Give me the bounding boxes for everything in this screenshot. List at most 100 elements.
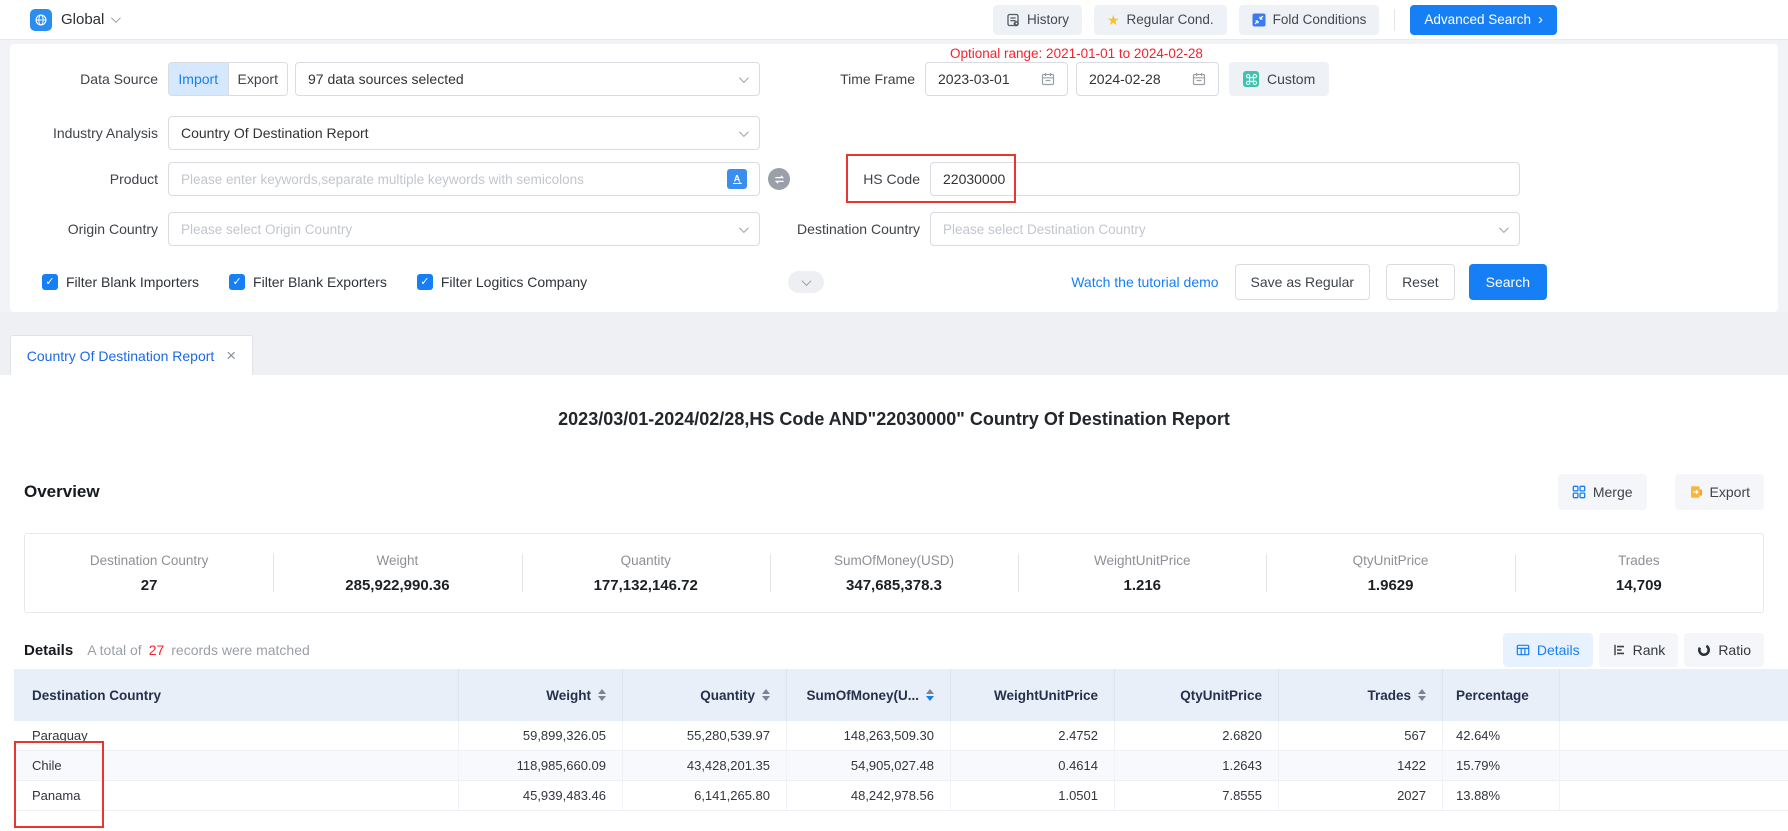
cell-weight: 118,985,660.09 [459,751,623,780]
history-button[interactable]: History [993,5,1082,35]
custom-range-button[interactable]: Custom [1229,62,1329,96]
close-icon[interactable]: × [226,347,236,364]
table-row-paraguay[interactable]: Paraguay59,899,326.0555,280,539.97148,26… [14,721,1788,751]
expand-conditions-toggle[interactable] [788,271,824,293]
industry-row: Industry Analysis Country Of Destination… [10,116,1778,150]
product-input-wrap: A [168,162,760,196]
stat-value: 1.9629 [1368,577,1414,594]
view-details-button[interactable]: Details [1503,633,1593,667]
tab-country-of-destination-report[interactable]: Country Of Destination Report × [10,335,253,375]
stat-value: 285,922,990.36 [345,577,449,594]
stat-value: 27 [141,577,158,594]
column-header-filler [1560,669,1788,721]
export-button[interactable]: Export [1675,474,1764,510]
custom-label: Custom [1267,71,1315,87]
tutorial-link[interactable]: Watch the tutorial demo [1071,274,1218,290]
cell-qtyunitprice: 1.2643 [1115,751,1279,780]
filter-checkbox-filter-blank-exporters[interactable]: ✓ Filter Blank Exporters [229,274,387,290]
sort-desc-icon [598,696,606,701]
export-tab[interactable]: Export [228,63,288,95]
industry-analysis-value: Country Of Destination Report [181,125,369,141]
advanced-search-label: Advanced Search [1424,12,1531,27]
save-as-regular-button[interactable]: Save as Regular [1235,264,1371,300]
stat-label: Destination Country [90,553,209,568]
sort-asc-icon [598,689,606,694]
region-label: Global [61,11,104,28]
sort-icon[interactable] [762,689,770,702]
view-rank-button[interactable]: Rank [1599,633,1679,667]
column-label: QtyUnitPrice [1180,688,1262,703]
sort-icon[interactable] [926,689,934,702]
details-table: Destination CountryWeightQuantitySumOfMo… [14,669,1788,811]
chevron-down-icon [739,223,749,233]
cell-percentage: 13.88% [1443,781,1560,810]
filter-checkbox-filter-blank-importers[interactable]: ✓ Filter Blank Importers [42,274,199,290]
view-ratio-button[interactable]: Ratio [1684,633,1764,667]
merge-icon [1572,485,1586,499]
rank-icon [1612,643,1626,657]
sort-icon[interactable] [1418,689,1426,702]
column-header-sumofmoney-u[interactable]: SumOfMoney(U... [787,669,951,721]
sort-desc-icon [1418,696,1426,701]
fold-conditions-button[interactable]: Fold Conditions [1239,5,1380,35]
chevron-down-icon [111,13,121,23]
table-icon [1516,643,1530,657]
table-header-row: Destination CountryWeightQuantitySumOfMo… [14,669,1788,721]
stat-label: SumOfMoney(USD) [834,553,954,568]
region-selector[interactable]: Global [30,9,118,31]
regular-cond-button[interactable]: ★ Regular Cond. [1094,5,1227,35]
overview-heading: Overview [24,482,100,502]
chevron-right-icon: › [1538,12,1543,27]
industry-analysis-label: Industry Analysis [10,125,168,141]
start-date-input[interactable]: 2023-03-01 [925,62,1068,96]
cell-filler [1560,751,1788,780]
industry-analysis-select[interactable]: Country Of Destination Report [168,116,760,150]
tab-strip: Country Of Destination Report × [0,312,1788,375]
view-switcher: Details Rank Ratio [1497,633,1764,667]
end-date-input[interactable]: 2024-02-28 [1076,62,1219,96]
match-summary: A total of27records were matched [87,642,310,658]
column-header-trades[interactable]: Trades [1279,669,1443,721]
start-date-value: 2023-03-01 [938,71,1010,87]
history-icon [1006,13,1020,27]
column-header-quantity[interactable]: Quantity [623,669,787,721]
origin-country-select[interactable]: Please select Origin Country [168,212,760,246]
view-rank-label: Rank [1633,642,1666,658]
stat-label: QtyUnitPrice [1353,553,1429,568]
overview-stat-quantity: Quantity 177,132,146.72 [522,534,770,612]
reset-button[interactable]: Reset [1386,264,1455,300]
cell-weightunitprice: 1.0501 [951,781,1115,810]
table-row-chile[interactable]: Chile118,985,660.0943,428,201.3554,905,0… [14,751,1788,781]
destination-country-select[interactable]: Please select Destination Country [930,212,1520,246]
translate-icon[interactable]: A [727,169,747,189]
cell-trades: 2027 [1279,781,1443,810]
data-source-row: Data Source Import Export 97 data source… [10,62,1778,96]
product-input[interactable] [181,171,727,187]
search-button[interactable]: Search [1469,264,1547,300]
sort-desc-icon [762,696,770,701]
stat-label: Quantity [621,553,671,568]
overview-stat-destination-country: Destination Country 27 [25,534,273,612]
search-form-panel: Optional range: 2021-01-01 to 2024-02-28… [10,44,1778,312]
column-header-weight[interactable]: Weight [459,669,623,721]
import-tab[interactable]: Import [169,63,228,95]
cell-qtyunitprice: 2.6820 [1115,721,1279,750]
column-header-weightunitprice: WeightUnitPrice [951,669,1115,721]
advanced-search-button[interactable]: Advanced Search › [1410,5,1557,35]
table-row-panama[interactable]: Panama45,939,483.466,141,265.8048,242,97… [14,781,1788,811]
data-sources-select[interactable]: 97 data sources selected [295,62,760,96]
tab-label: Country Of Destination Report [27,348,215,364]
column-label: Percentage [1456,688,1529,703]
column-header-destination-country: Destination Country [14,669,459,721]
checkbox-checked-icon: ✓ [229,274,245,290]
fold-conditions-label: Fold Conditions [1273,12,1367,27]
sort-icon[interactable] [598,689,606,702]
convert-icon[interactable] [768,168,790,190]
match-prefix: A total of [87,642,141,658]
hs-code-input[interactable] [943,171,1507,187]
filter-checkbox-filter-logitics-company[interactable]: ✓ Filter Logitics Company [417,274,587,290]
origin-country-placeholder: Please select Origin Country [181,222,352,237]
filter-checkbox-label: Filter Blank Exporters [253,274,387,290]
column-header-qtyunitprice: QtyUnitPrice [1115,669,1279,721]
merge-button[interactable]: Merge [1558,474,1647,510]
